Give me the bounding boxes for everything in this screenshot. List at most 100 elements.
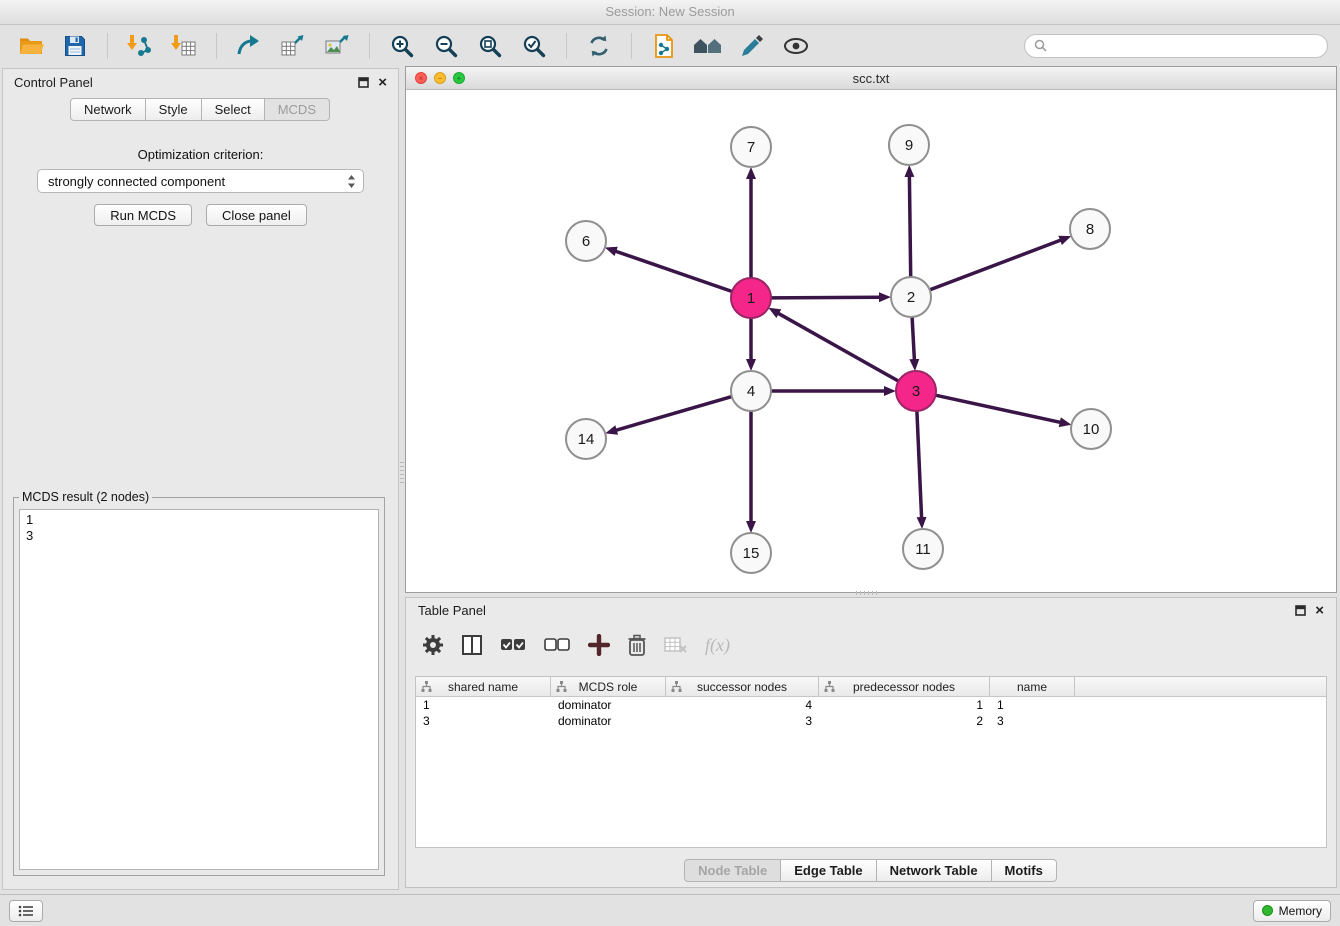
show-columns-button[interactable] <box>461 634 483 656</box>
graph-node-7[interactable]: 7 <box>731 127 771 167</box>
deselect-all-button[interactable] <box>544 636 571 654</box>
column-header-filler <box>1075 677 1326 696</box>
search-input[interactable] <box>1053 37 1318 54</box>
table-toolbar: f(x) <box>422 628 730 662</box>
first-neighbors-button[interactable] <box>689 29 727 63</box>
graph-node-8[interactable]: 8 <box>1070 209 1110 249</box>
graph-edge-2-3[interactable] <box>912 317 914 360</box>
cell-successor-nodes[interactable]: 3 <box>666 713 819 729</box>
graph-node-15[interactable]: 15 <box>731 533 771 573</box>
float-panel-icon[interactable] <box>358 77 369 88</box>
cell-name[interactable]: 1 <box>990 697 1075 713</box>
search-box <box>1024 34 1328 58</box>
memory-button[interactable]: Memory <box>1253 900 1331 922</box>
refresh-layout-button[interactable] <box>580 29 618 63</box>
plus-icon <box>588 634 610 656</box>
column-header-shared-name[interactable]: shared name <box>416 677 551 696</box>
paint-style-button[interactable] <box>733 29 771 63</box>
graph-edge-2-8[interactable] <box>930 240 1061 290</box>
cell-name[interactable]: 3 <box>990 713 1075 729</box>
graph-node-10[interactable]: 10 <box>1071 409 1111 449</box>
mcds-result-text[interactable]: 13 <box>19 509 379 870</box>
cell-shared-name[interactable]: 1 <box>416 697 551 713</box>
tab-network[interactable]: Network <box>70 98 146 121</box>
zoom-in-button[interactable] <box>383 29 421 63</box>
cell-mcds-role[interactable]: dominator <box>551 713 666 729</box>
graph-edge-3-11[interactable] <box>917 411 922 518</box>
table-row[interactable]: 3dominator323 <box>416 713 1326 729</box>
table-row[interactable]: 1dominator411 <box>416 697 1326 713</box>
close-panel-icon[interactable]: × <box>1315 605 1324 616</box>
column-header-successor-nodes[interactable]: successor nodes <box>666 677 819 696</box>
cell-successor-nodes[interactable]: 4 <box>666 697 819 713</box>
open-network-file-button[interactable] <box>645 29 683 63</box>
window-titlebar[interactable]: Session: New Session <box>0 0 1340 25</box>
graph-edge-1-6[interactable] <box>615 251 732 291</box>
import-table-button[interactable] <box>165 29 203 63</box>
horizontal-splitter-handle[interactable] <box>856 591 880 595</box>
cell-mcds-role[interactable]: dominator <box>551 697 666 713</box>
graph-node-4[interactable]: 4 <box>731 371 771 411</box>
tab-mcds[interactable]: MCDS <box>264 98 330 121</box>
graph-node-9[interactable]: 9 <box>889 125 929 165</box>
graph-edge-3-10[interactable] <box>936 395 1061 422</box>
graph-edge-2-9[interactable] <box>909 176 910 277</box>
network-graph[interactable]: 7 9 6 8 1 2 4 3 14 10 15 11 <box>406 89 1336 592</box>
tab-select[interactable]: Select <box>201 98 265 121</box>
criterion-dropdown[interactable]: strongly connected component <box>37 169 364 193</box>
graph-edge-4-14[interactable] <box>616 397 732 431</box>
export-network-button[interactable] <box>230 29 268 63</box>
close-panel-icon[interactable]: × <box>378 77 387 88</box>
maximize-window-icon[interactable]: + <box>453 72 465 84</box>
export-table-button[interactable] <box>274 29 312 63</box>
task-history-button[interactable] <box>9 900 43 922</box>
delete-table-button[interactable] <box>664 635 688 655</box>
network-window-titlebar[interactable]: × − + scc.txt <box>406 67 1336 90</box>
save-session-button[interactable] <box>56 29 94 63</box>
result-line: 3 <box>26 528 372 544</box>
column-header-name[interactable]: name <box>990 677 1075 696</box>
criterion-dropdown-value: strongly connected component <box>48 174 347 189</box>
export-image-button[interactable] <box>318 29 356 63</box>
close-panel-button[interactable]: Close panel <box>206 204 307 226</box>
tab-edge-table[interactable]: Edge Table <box>780 859 876 882</box>
graph-node-3[interactable]: 3 <box>896 371 936 411</box>
graph-node-14[interactable]: 14 <box>566 419 606 459</box>
tab-network-table[interactable]: Network Table <box>876 859 992 882</box>
graph-node-label: 3 <box>912 383 920 400</box>
zoom-fit-icon <box>477 33 503 59</box>
column-header-mcds-role[interactable]: MCDS role <box>551 677 666 696</box>
control-panel-title: Control Panel <box>14 75 93 90</box>
import-network-button[interactable] <box>121 29 159 63</box>
network-canvas[interactable]: 7 9 6 8 1 2 4 3 14 10 15 11 <box>406 89 1336 592</box>
tab-style[interactable]: Style <box>145 98 202 121</box>
vertical-splitter-handle[interactable] <box>400 462 404 486</box>
cell-predecessor-nodes[interactable]: 2 <box>819 713 990 729</box>
run-mcds-button[interactable]: Run MCDS <box>94 204 192 226</box>
column-header-predecessor-nodes[interactable]: predecessor nodes <box>819 677 990 696</box>
function-builder-button[interactable]: f(x) <box>705 635 730 656</box>
delete-column-button[interactable] <box>627 634 647 656</box>
zoom-fit-button[interactable] <box>471 29 509 63</box>
graph-edge-1-2[interactable] <box>771 297 880 298</box>
cell-predecessor-nodes[interactable]: 1 <box>819 697 990 713</box>
add-column-button[interactable] <box>588 634 610 656</box>
graph-node-label: 11 <box>915 541 931 558</box>
cell-shared-name[interactable]: 3 <box>416 713 551 729</box>
show-hide-details-button[interactable] <box>777 29 815 63</box>
zoom-out-button[interactable] <box>427 29 465 63</box>
close-window-icon[interactable]: × <box>415 72 427 84</box>
graph-node-2[interactable]: 2 <box>891 277 931 317</box>
graph-edge-3-1[interactable] <box>778 313 899 381</box>
tab-motifs[interactable]: Motifs <box>991 859 1057 882</box>
graph-node-1[interactable]: 1 <box>731 278 771 318</box>
tab-node-table[interactable]: Node Table <box>684 859 781 882</box>
open-file-button[interactable] <box>12 29 50 63</box>
float-panel-icon[interactable] <box>1295 605 1306 616</box>
graph-node-6[interactable]: 6 <box>566 221 606 261</box>
zoom-selected-button[interactable] <box>515 29 553 63</box>
table-settings-button[interactable] <box>422 634 444 656</box>
select-all-button[interactable] <box>500 636 527 654</box>
graph-node-11[interactable]: 11 <box>903 529 943 569</box>
minimize-window-icon[interactable]: − <box>434 72 446 84</box>
